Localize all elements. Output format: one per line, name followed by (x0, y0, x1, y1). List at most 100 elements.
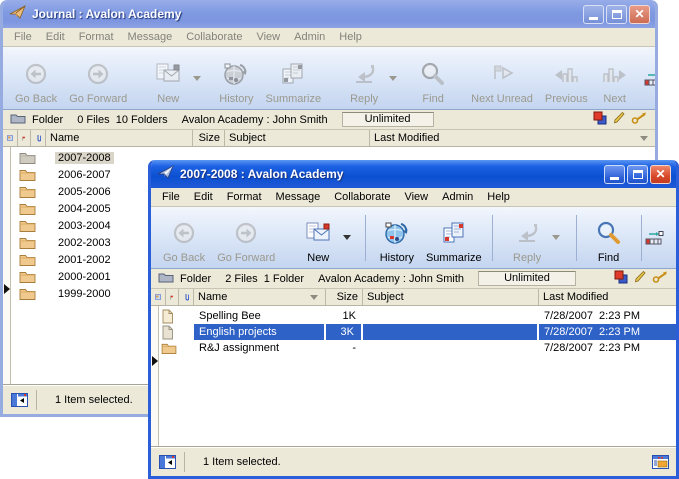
maximize-button[interactable] (627, 165, 648, 184)
next-icon (600, 58, 630, 92)
new-button[interactable]: New (297, 210, 339, 266)
column-last-modified[interactable]: Last Modified (370, 130, 655, 146)
column-size[interactable]: Size (326, 289, 363, 305)
quota-field: Unlimited (478, 271, 576, 286)
edit-pencil-icon[interactable] (634, 270, 646, 287)
new-button[interactable]: New (147, 50, 189, 107)
menu-collaborate[interactable]: Collaborate (327, 190, 397, 204)
info-bar: Folder 2 Files 1 Folder Avalon Academy :… (151, 269, 676, 289)
window-2007-2008: 2007-2008 : Avalon Academy ✕ File Edit F… (148, 160, 679, 479)
menu-help[interactable]: Help (332, 30, 369, 44)
new-dropdown-arrow[interactable] (189, 76, 205, 81)
reply-dropdown-arrow[interactable] (385, 76, 401, 81)
titlebar-2007-2008[interactable]: 2007-2008 : Avalon Academy ✕ (151, 160, 676, 188)
next-unread-button[interactable]: Next Unread (465, 50, 539, 107)
minimize-button[interactable] (583, 5, 604, 24)
menu-format[interactable]: Format (220, 190, 269, 204)
container-type-label: Folder (180, 273, 211, 285)
status-text: 1 Item selected. (55, 394, 133, 406)
reply-button[interactable]: Reply (343, 50, 385, 107)
history-button[interactable]: History (213, 50, 259, 107)
window-title: 2007-2008 : Avalon Academy (180, 167, 604, 181)
go-back-button[interactable]: Go Back (9, 50, 63, 107)
go-forward-button[interactable]: Go Forward (211, 210, 281, 266)
go-forward-button[interactable]: Go Forward (63, 50, 133, 107)
item-size: 1K (326, 308, 363, 324)
next-button[interactable]: Next (594, 50, 636, 107)
key-pen-icon[interactable] (652, 271, 669, 286)
attachment-column-icon[interactable] (179, 289, 194, 305)
pane-toggle-icon[interactable] (11, 393, 28, 407)
minimize-button[interactable] (604, 165, 625, 184)
folder-icon (19, 236, 39, 249)
menu-admin[interactable]: Admin (287, 30, 332, 44)
flag-column-icon[interactable] (18, 130, 31, 146)
reply-dropdown-arrow[interactable] (548, 235, 564, 240)
attachment-column-icon[interactable] (31, 130, 46, 146)
find-button[interactable]: Find (589, 210, 629, 266)
history-icon (221, 58, 251, 92)
column-name[interactable]: Name (194, 289, 326, 305)
sort-arrow-icon[interactable] (640, 136, 648, 141)
connection-status-icon[interactable] (645, 210, 670, 266)
menu-format[interactable]: Format (72, 30, 121, 44)
envelope-column-icon[interactable] (3, 130, 18, 146)
menu-file[interactable]: File (7, 30, 39, 44)
permissions-icon[interactable] (614, 270, 628, 287)
find-button[interactable]: Find (413, 50, 453, 107)
go-back-button[interactable]: Go Back (157, 210, 211, 266)
permissions-icon[interactable] (593, 111, 607, 128)
item-row[interactable]: R&J assignment - 7/28/2007 2:23 PM (151, 340, 676, 356)
menu-message[interactable]: Message (269, 190, 328, 204)
info-bar: Folder 0 Files 10 Folders Avalon Academy… (3, 110, 655, 130)
close-button[interactable]: ✕ (650, 165, 671, 184)
edit-pencil-icon[interactable] (613, 111, 625, 128)
folder-name: 2006-2007 (55, 169, 114, 181)
pane-splitter-handle[interactable] (4, 284, 10, 294)
column-name[interactable]: Name (46, 130, 193, 146)
summarize-button[interactable]: Summarize (420, 210, 488, 266)
flag-column-icon[interactable] (166, 289, 179, 305)
key-pen-icon[interactable] (631, 112, 648, 127)
folder-icon (19, 287, 39, 300)
titlebar-journal[interactable]: Journal : Avalon Academy ✕ (3, 0, 655, 28)
item-row-selected[interactable]: English projects 3K 7/28/2007 2:23 PM (151, 324, 676, 340)
close-button[interactable]: ✕ (629, 5, 650, 24)
summarize-button[interactable]: Summarize (260, 50, 328, 107)
go-back-icon (22, 58, 50, 92)
menu-view[interactable]: View (397, 190, 435, 204)
column-size[interactable]: Size (193, 130, 225, 146)
menu-collaborate[interactable]: Collaborate (179, 30, 249, 44)
summary-pane-toggle-icon[interactable] (652, 455, 669, 469)
maximize-button[interactable] (606, 5, 627, 24)
connection-status-icon[interactable] (644, 50, 658, 107)
column-header-row: Name Size Subject Last Modified (151, 289, 676, 306)
pane-splitter-handle[interactable] (152, 356, 158, 366)
go-forward-icon (232, 217, 260, 251)
sort-arrow-icon[interactable] (310, 295, 318, 300)
new-dropdown-arrow[interactable] (339, 235, 355, 240)
item-row[interactable]: Spelling Bee 1K 7/28/2007 2:23 PM (151, 308, 676, 324)
column-subject[interactable]: Subject (363, 289, 539, 305)
folder-type-icon (158, 272, 174, 286)
find-icon (595, 217, 623, 251)
owner-label: Avalon Academy : John Smith (182, 114, 328, 126)
menu-admin[interactable]: Admin (435, 190, 480, 204)
menu-edit[interactable]: Edit (39, 30, 72, 44)
previous-button[interactable]: Previous (539, 50, 594, 107)
menu-bar: File Edit Format Message Collaborate Vie… (151, 188, 676, 207)
envelope-column-icon[interactable] (151, 289, 166, 305)
item-modified: 7/28/2007 2:23 PM (539, 324, 676, 340)
pane-toggle-icon[interactable] (159, 455, 176, 469)
history-icon (382, 217, 412, 251)
reply-button[interactable]: Reply (506, 210, 548, 266)
menu-view[interactable]: View (249, 30, 287, 44)
menu-message[interactable]: Message (121, 30, 180, 44)
history-button[interactable]: History (374, 210, 420, 266)
column-subject[interactable]: Subject (225, 130, 370, 146)
menu-help[interactable]: Help (480, 190, 517, 204)
menu-edit[interactable]: Edit (187, 190, 220, 204)
column-header-row: Name Size Subject Last Modified (3, 130, 655, 147)
column-last-modified[interactable]: Last Modified (539, 289, 676, 305)
menu-file[interactable]: File (155, 190, 187, 204)
